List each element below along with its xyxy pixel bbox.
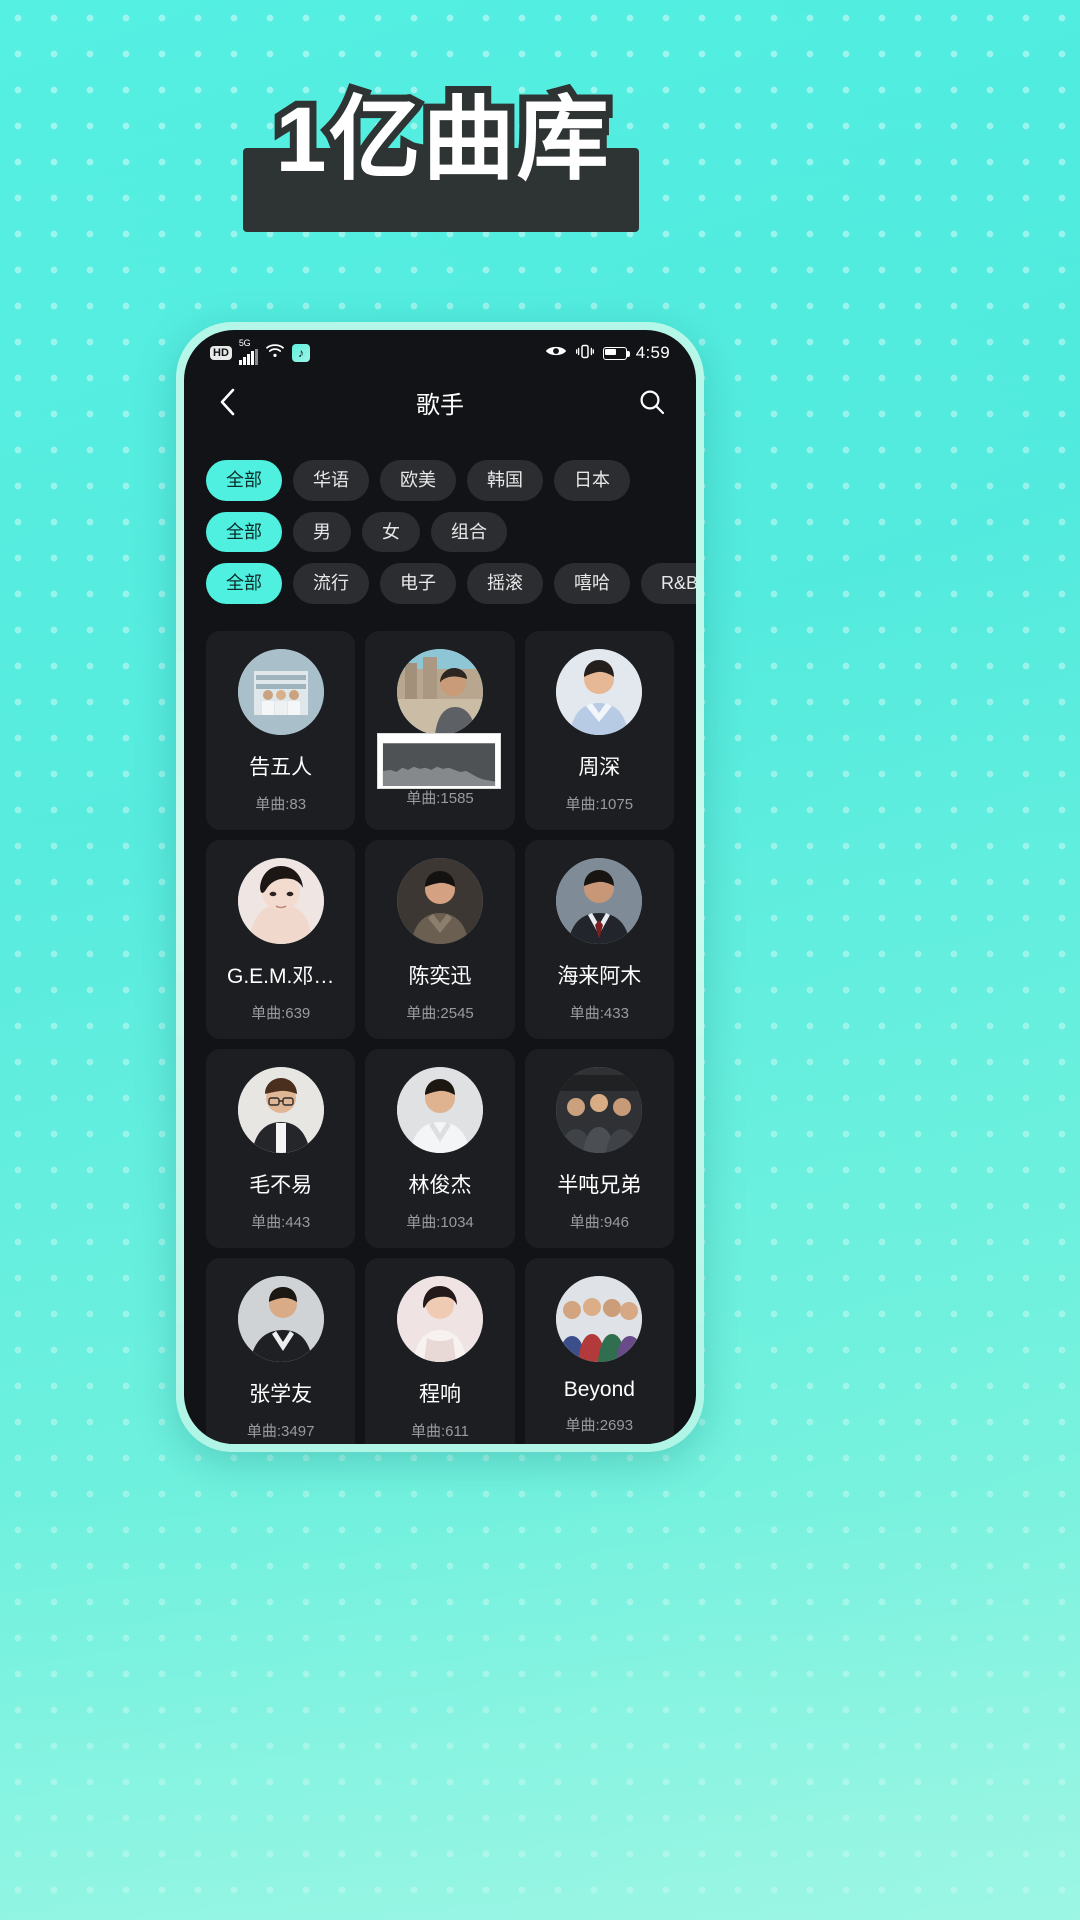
filter-chip-gender-1[interactable]: 男 — [293, 511, 351, 553]
artist-song-count: 单曲:433 — [569, 1005, 629, 1023]
artist-card[interactable]: 程响单曲:611 — [365, 1258, 515, 1444]
artist-avatar — [556, 649, 643, 736]
search-icon — [640, 390, 665, 415]
artist-name: 告五人 — [249, 756, 313, 780]
artist-grid: 告五人单曲:83 单曲:1585 周深单曲:1075 G.E.M.邓… 单曲:639… — [184, 623, 696, 1444]
artist-card[interactable]: Beyond 单曲:2693 — [524, 1258, 674, 1444]
artist-avatar — [237, 649, 324, 736]
artist-card[interactable]: 陈奕迅单曲:2545 — [365, 840, 515, 1040]
eye-icon — [545, 344, 567, 362]
artist-name: 林俊杰 — [408, 1174, 472, 1198]
artist-name: G.E.M.邓… — [226, 965, 335, 989]
search-button[interactable] — [634, 384, 670, 420]
status-bar: HD 5G ♪ 4:59 — [184, 330, 696, 370]
vibrate-icon — [575, 344, 594, 363]
artist-card[interactable]: 周深单曲:1075 — [524, 631, 674, 831]
artist-song-count: 单曲:83 — [255, 796, 307, 814]
artist-song-count: 单曲:1034 — [406, 1214, 474, 1232]
filter-chip-genre-1[interactable]: 流行 — [293, 563, 369, 605]
app-badge-icon: ♪ — [291, 344, 310, 362]
filter-chip-region-1[interactable]: 华语 — [293, 460, 369, 501]
status-bar-right: 4:59 — [545, 343, 670, 363]
phone-mockup: HD 5G ♪ 4:59 歌手 全部 华语 欧美 韩国 日本 全部 男 女 组合… — [176, 322, 704, 1452]
artist-card[interactable]: 毛不易单曲:443 — [206, 1049, 356, 1249]
artist-avatar — [556, 1276, 643, 1363]
artist-name: 毛不易 — [249, 1174, 313, 1198]
artist-avatar — [396, 1067, 483, 1154]
phone-screen: HD 5G ♪ 4:59 歌手 全部 华语 欧美 韩国 日本 全部 男 女 组合… — [184, 330, 696, 1444]
filter-chip-region-3[interactable]: 韩国 — [467, 460, 543, 501]
filter-chip-genre-0[interactable]: 全部 — [206, 563, 282, 605]
artist-song-count: 单曲:611 — [410, 1423, 470, 1441]
filter-chip-gender-2[interactable]: 女 — [362, 511, 420, 553]
artist-avatar — [396, 649, 483, 736]
artist-avatar — [556, 858, 643, 945]
artist-card[interactable]: G.E.M.邓… 单曲:639 — [206, 840, 356, 1040]
filter-chip-groups: 全部华语欧美韩国日本全部男女组合全部流行电子摇滚嘻哈R&B民 — [184, 434, 696, 623]
artist-song-count: 单曲:3497 — [246, 1423, 315, 1441]
artist-song-count: 单曲:443 — [251, 1214, 311, 1232]
filter-chip-genre-4[interactable]: 嘻哈 — [554, 563, 630, 605]
artist-card[interactable]: 半吨兄弟单曲:946 — [524, 1049, 674, 1249]
filter-row-genre: 全部流行电子摇滚嘻哈R&B民 — [184, 563, 696, 615]
artist-name: 程响 — [418, 1383, 461, 1407]
artist-song-count: 单曲:2693 — [565, 1417, 634, 1435]
battery-icon — [602, 346, 630, 360]
filter-chip-gender-0[interactable]: 全部 — [206, 511, 282, 553]
filter-chip-region-0[interactable]: 全部 — [206, 460, 282, 501]
artist-song-count: 单曲:2545 — [406, 1005, 474, 1023]
hd-badge-icon: HD — [210, 345, 232, 361]
artist-card[interactable]: 林俊杰单曲:1034 — [365, 1049, 515, 1249]
artist-name: 海来阿木 — [557, 965, 642, 989]
artist-avatar — [556, 1067, 643, 1154]
artist-song-count: 单曲:1585 — [406, 790, 474, 808]
chevron-left-icon — [220, 388, 234, 416]
app-header: 歌手 — [184, 370, 696, 434]
artist-name: Beyond — [563, 1378, 635, 1402]
filter-chip-genre-2[interactable]: 电子 — [380, 563, 456, 605]
artist-card[interactable]: 告五人单曲:83 — [206, 631, 356, 831]
artist-song-count: 单曲:1075 — [565, 796, 634, 814]
page-title: 歌手 — [416, 391, 464, 419]
signal-icon: 5G — [238, 338, 258, 365]
artist-card[interactable]: 海来阿木单曲:433 — [524, 840, 674, 1040]
artist-name: 周深 — [578, 756, 621, 780]
back-button[interactable] — [210, 385, 244, 419]
artist-card[interactable]: 单曲:1585 — [365, 631, 515, 831]
status-bar-left: HD 5G ♪ — [210, 338, 310, 365]
status-time: 4:59 — [635, 343, 670, 362]
filter-chip-genre-5[interactable]: R&B — [641, 563, 696, 605]
artist-song-count: 单曲:639 — [251, 1005, 311, 1023]
artist-song-count: 单曲:946 — [569, 1214, 629, 1232]
filter-row-region: 全部 华语 欧美 韩国 日本 — [184, 460, 696, 512]
artist-avatar — [237, 858, 324, 945]
artist-name: 张学友 — [249, 1383, 313, 1407]
artist-card[interactable]: 张学友单曲:3497 — [206, 1258, 356, 1444]
artist-name: 半吨兄弟 — [557, 1174, 642, 1198]
filter-chip-gender-3[interactable]: 组合 — [431, 511, 507, 553]
artist-avatar — [237, 1276, 324, 1363]
filter-chip-region-4[interactable]: 日本 — [554, 460, 630, 501]
artist-avatar — [396, 858, 483, 945]
artist-avatar — [237, 1067, 324, 1154]
filter-row-gender: 全部男女组合 — [184, 511, 696, 564]
artist-avatar — [396, 1276, 483, 1363]
promo-headline: 1亿曲库 — [268, 85, 615, 195]
filter-chip-region-2[interactable]: 欧美 — [380, 460, 456, 501]
overlay-waveform-window — [377, 733, 502, 790]
network-label: 5G — [238, 338, 251, 348]
wifi-icon — [265, 343, 285, 363]
artist-name: 陈奕迅 — [408, 965, 472, 989]
filter-chip-genre-3[interactable]: 摇滚 — [467, 563, 543, 605]
